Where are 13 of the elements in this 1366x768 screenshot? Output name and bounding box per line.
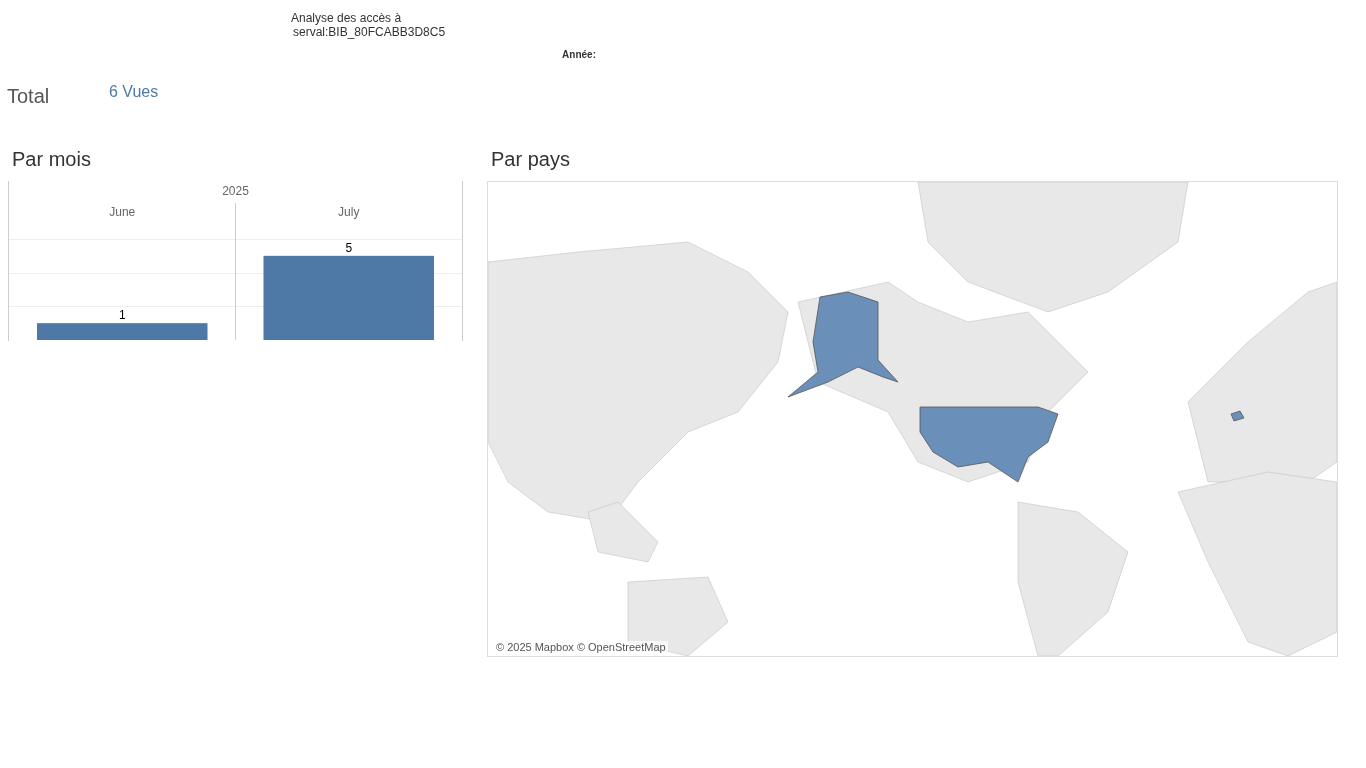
dashboard-title: Analyse des accès à [291,11,403,25]
year-filter-label: Année: [562,49,596,62]
section-title: Par mois [12,148,92,172]
section-title: Par pays [491,148,571,172]
total-value: 6 Vues [109,83,159,101]
map-attribution: © 2025 Mapbox © OpenStreetMap [494,641,668,653]
dashboard-title: serval:BIB_80FCABB3D8C5 [292,25,446,39]
bar-value-label: 5 [345,240,353,255]
year-header: 2025 [222,184,249,198]
month-header: July [338,205,360,219]
month-header: June [109,205,136,219]
bar-value-label: 1 [118,308,126,323]
total-label: Total [7,85,51,108]
